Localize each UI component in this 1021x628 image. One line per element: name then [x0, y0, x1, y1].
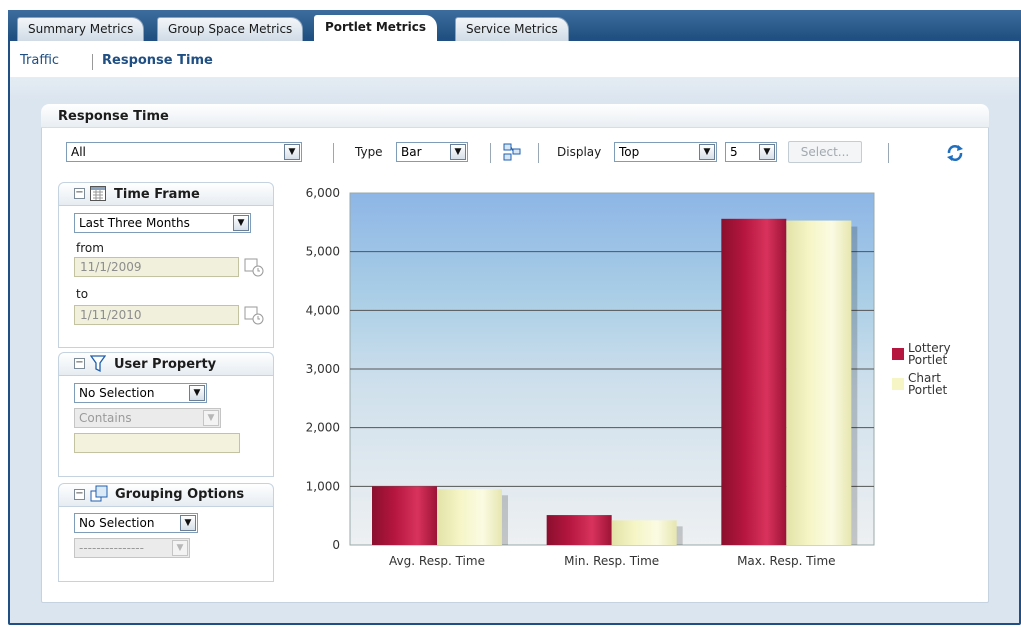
bar-chart — [437, 489, 502, 545]
refresh-icon[interactable] — [945, 143, 965, 163]
legend-label-chart: Chart Portlet — [908, 371, 948, 397]
x-tick-label: Min. Resp. Time — [564, 554, 659, 568]
y-tick-label: 5,000 — [306, 245, 340, 259]
tab-portlet-metrics[interactable]: Portlet Metrics — [314, 15, 437, 41]
date-picker-icon[interactable] — [244, 257, 264, 277]
tab-summary-metrics[interactable]: Summary Metrics — [17, 17, 145, 41]
grouping-select[interactable]: No Selection ▼ — [74, 513, 198, 533]
portlet-filter-select[interactable]: All ▼ — [66, 142, 302, 162]
legend-label-lottery: Lottery Portlet — [908, 341, 951, 367]
toolbar-divider — [888, 143, 889, 163]
bar-chart — [611, 520, 677, 545]
tab-service-metrics[interactable]: Service Metrics — [455, 17, 569, 41]
toolbar-divider — [490, 143, 491, 163]
y-tick-label: 0 — [332, 538, 340, 552]
collapse-icon[interactable]: − — [74, 188, 85, 199]
count-value: 5 — [730, 145, 738, 159]
chevron-down-icon: ▼ — [203, 410, 219, 426]
x-tick-label: Max. Resp. Time — [737, 554, 835, 568]
chevron-down-icon: ▼ — [172, 540, 188, 556]
response-time-chart: 0 1,000 2,000 3,000 4,000 5,000 6,000 Avg. Resp… — [290, 178, 890, 578]
toolbar-divider — [538, 143, 539, 163]
bar-lottery — [372, 486, 437, 545]
from-date-input[interactable]: 11/1/2009 — [74, 257, 239, 277]
y-tick-label: 6,000 — [306, 186, 340, 200]
user-property-select[interactable]: No Selection ▼ — [74, 383, 207, 403]
subnav-traffic-link[interactable]: Traffic — [20, 53, 59, 68]
section-header — [41, 104, 989, 128]
subnav-divider — [92, 54, 93, 70]
portlet-filter-value: All — [71, 145, 86, 159]
subnav-response-time-link[interactable]: Response Time — [102, 53, 213, 68]
legend-swatch-chart — [892, 378, 904, 390]
time-frame-title: Time Frame — [114, 187, 200, 202]
bar-chart-svg: 0 1,000 2,000 3,000 4,000 5,000 6,000 Avg. Resp… — [306, 186, 875, 568]
tree-structure-icon[interactable] — [503, 143, 521, 161]
chart-type-value: Bar — [401, 145, 422, 159]
bar-chart — [786, 220, 852, 545]
chevron-down-icon: ▼ — [450, 144, 466, 160]
select-button[interactable]: Select... — [788, 141, 862, 163]
y-tick-label: 1,000 — [306, 479, 340, 493]
date-picker-icon[interactable] — [244, 305, 264, 325]
chart-type-select[interactable]: Bar ▼ — [396, 142, 468, 162]
operator-select[interactable]: Contains ▼ — [74, 408, 221, 428]
chevron-down-icon: ▼ — [759, 144, 775, 160]
display-value: Top — [619, 145, 640, 159]
property-value-input[interactable] — [74, 433, 240, 453]
chevron-down-icon: ▼ — [233, 215, 249, 231]
filter-icon — [89, 355, 107, 373]
bar-lottery — [546, 515, 612, 545]
grouping-title: Grouping Options — [115, 487, 245, 502]
y-tick-label: 4,000 — [306, 303, 340, 317]
user-property-value: No Selection — [79, 386, 155, 400]
chevron-down-icon: ▼ — [284, 144, 300, 160]
toolbar-divider — [333, 143, 334, 163]
chevron-down-icon: ▼ — [180, 515, 196, 531]
display-label: Display — [557, 145, 602, 159]
display-select[interactable]: Top ▼ — [614, 142, 717, 162]
grouping-sub-select[interactable]: --------------- ▼ — [74, 538, 190, 558]
from-label: from — [76, 241, 104, 255]
x-tick-label: Avg. Resp. Time — [389, 554, 485, 568]
time-range-select[interactable]: Last Three Months ▼ — [74, 213, 251, 233]
grouping-icon — [90, 485, 108, 503]
grouping-sub-value: --------------- — [79, 541, 144, 555]
section-title: Response Time — [58, 109, 169, 124]
collapse-icon[interactable]: − — [74, 358, 85, 369]
time-range-value: Last Three Months — [79, 216, 190, 230]
y-tick-label: 3,000 — [306, 362, 340, 376]
calendar-icon — [90, 186, 106, 201]
type-label: Type — [355, 145, 383, 159]
chevron-down-icon: ▼ — [189, 385, 205, 401]
bar-lottery — [721, 218, 787, 545]
operator-value: Contains — [79, 411, 132, 425]
count-select[interactable]: 5 ▼ — [725, 142, 777, 162]
legend-swatch-lottery — [892, 348, 904, 360]
to-label: to — [76, 287, 89, 301]
to-date-input[interactable]: 1/11/2010 — [74, 305, 239, 325]
collapse-icon[interactable]: − — [74, 489, 85, 500]
sub-navigation: Traffic Response Time — [10, 41, 1019, 77]
tab-group-space-metrics[interactable]: Group Space Metrics — [157, 17, 304, 41]
y-tick-label: 2,000 — [306, 421, 340, 435]
chevron-down-icon: ▼ — [699, 144, 715, 160]
grouping-value: No Selection — [79, 516, 155, 530]
user-property-title: User Property — [114, 357, 217, 372]
